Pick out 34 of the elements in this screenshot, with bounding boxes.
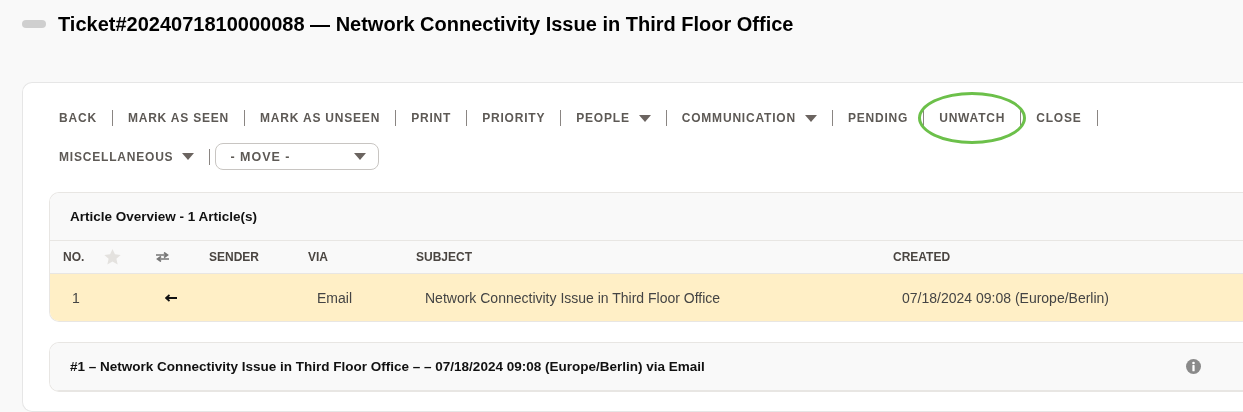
caret-icon: [354, 153, 367, 160]
star-icon: [104, 249, 121, 265]
caret-icon: [182, 153, 195, 160]
toolbar-link[interactable]: BACK: [59, 105, 97, 131]
caret-icon: [638, 114, 651, 122]
column-header[interactable]: CREATED: [893, 250, 951, 264]
dropdown-menu[interactable]: COMMUNICATION: [681, 105, 817, 131]
caret-icon: [804, 114, 817, 122]
move-select[interactable]: - MOVE -: [215, 143, 380, 170]
toolbar-link[interactable]: PENDING: [847, 105, 909, 131]
column-header[interactable]: NO.: [63, 250, 85, 264]
info-icon[interactable]: [1185, 359, 1201, 374]
column-header[interactable]: VIA: [308, 250, 328, 264]
toolbar-link[interactable]: UNWATCH: [939, 105, 1006, 131]
toolbar-link[interactable]: MARK AS SEEN: [127, 105, 230, 131]
collapse-handle[interactable]: [22, 20, 46, 28]
column-header[interactable]: SENDER: [209, 250, 259, 264]
table-cell: Network Connectivity Issue in Third Floor Office: [425, 289, 721, 306]
article-title: #1 – Network Connectivity Issue in Third Floor Office – – 07/18/2024 09:08 (Europe/Berlin) via Email: [70, 359, 705, 374]
dropdown-menu[interactable]: PEOPLE: [576, 105, 651, 131]
table-row[interactable]: 1 Email Network Connectivity Issue in Third Floor Office 07/18/2024 09:08 (Europe/Berlin): [50, 274, 1243, 321]
ticket-title: Ticket#2024071810000088 — Network Connectivity Issue in Third Floor Office: [58, 12, 794, 36]
table-cell: Email: [317, 289, 352, 306]
swap-arrows-icon: [156, 252, 169, 262]
table-cell: 1: [72, 289, 80, 306]
toolbar-link[interactable]: MARK AS UNSEEN: [260, 105, 381, 131]
dropdown-menu[interactable]: MISCELLANEOUS: [59, 143, 195, 170]
toolbar-link[interactable]: PRIORITY: [482, 105, 546, 131]
column-header[interactable]: SUBJECT: [416, 250, 472, 264]
table-cell: 07/18/2024 09:08 (Europe/Berlin): [902, 289, 1110, 306]
left-arrow-icon: [165, 293, 177, 302]
toolbar-link[interactable]: PRINT: [411, 105, 452, 131]
panel-title: Article Overview - 1 Article(s): [70, 209, 258, 224]
toolbar-link[interactable]: CLOSE: [1036, 105, 1082, 131]
